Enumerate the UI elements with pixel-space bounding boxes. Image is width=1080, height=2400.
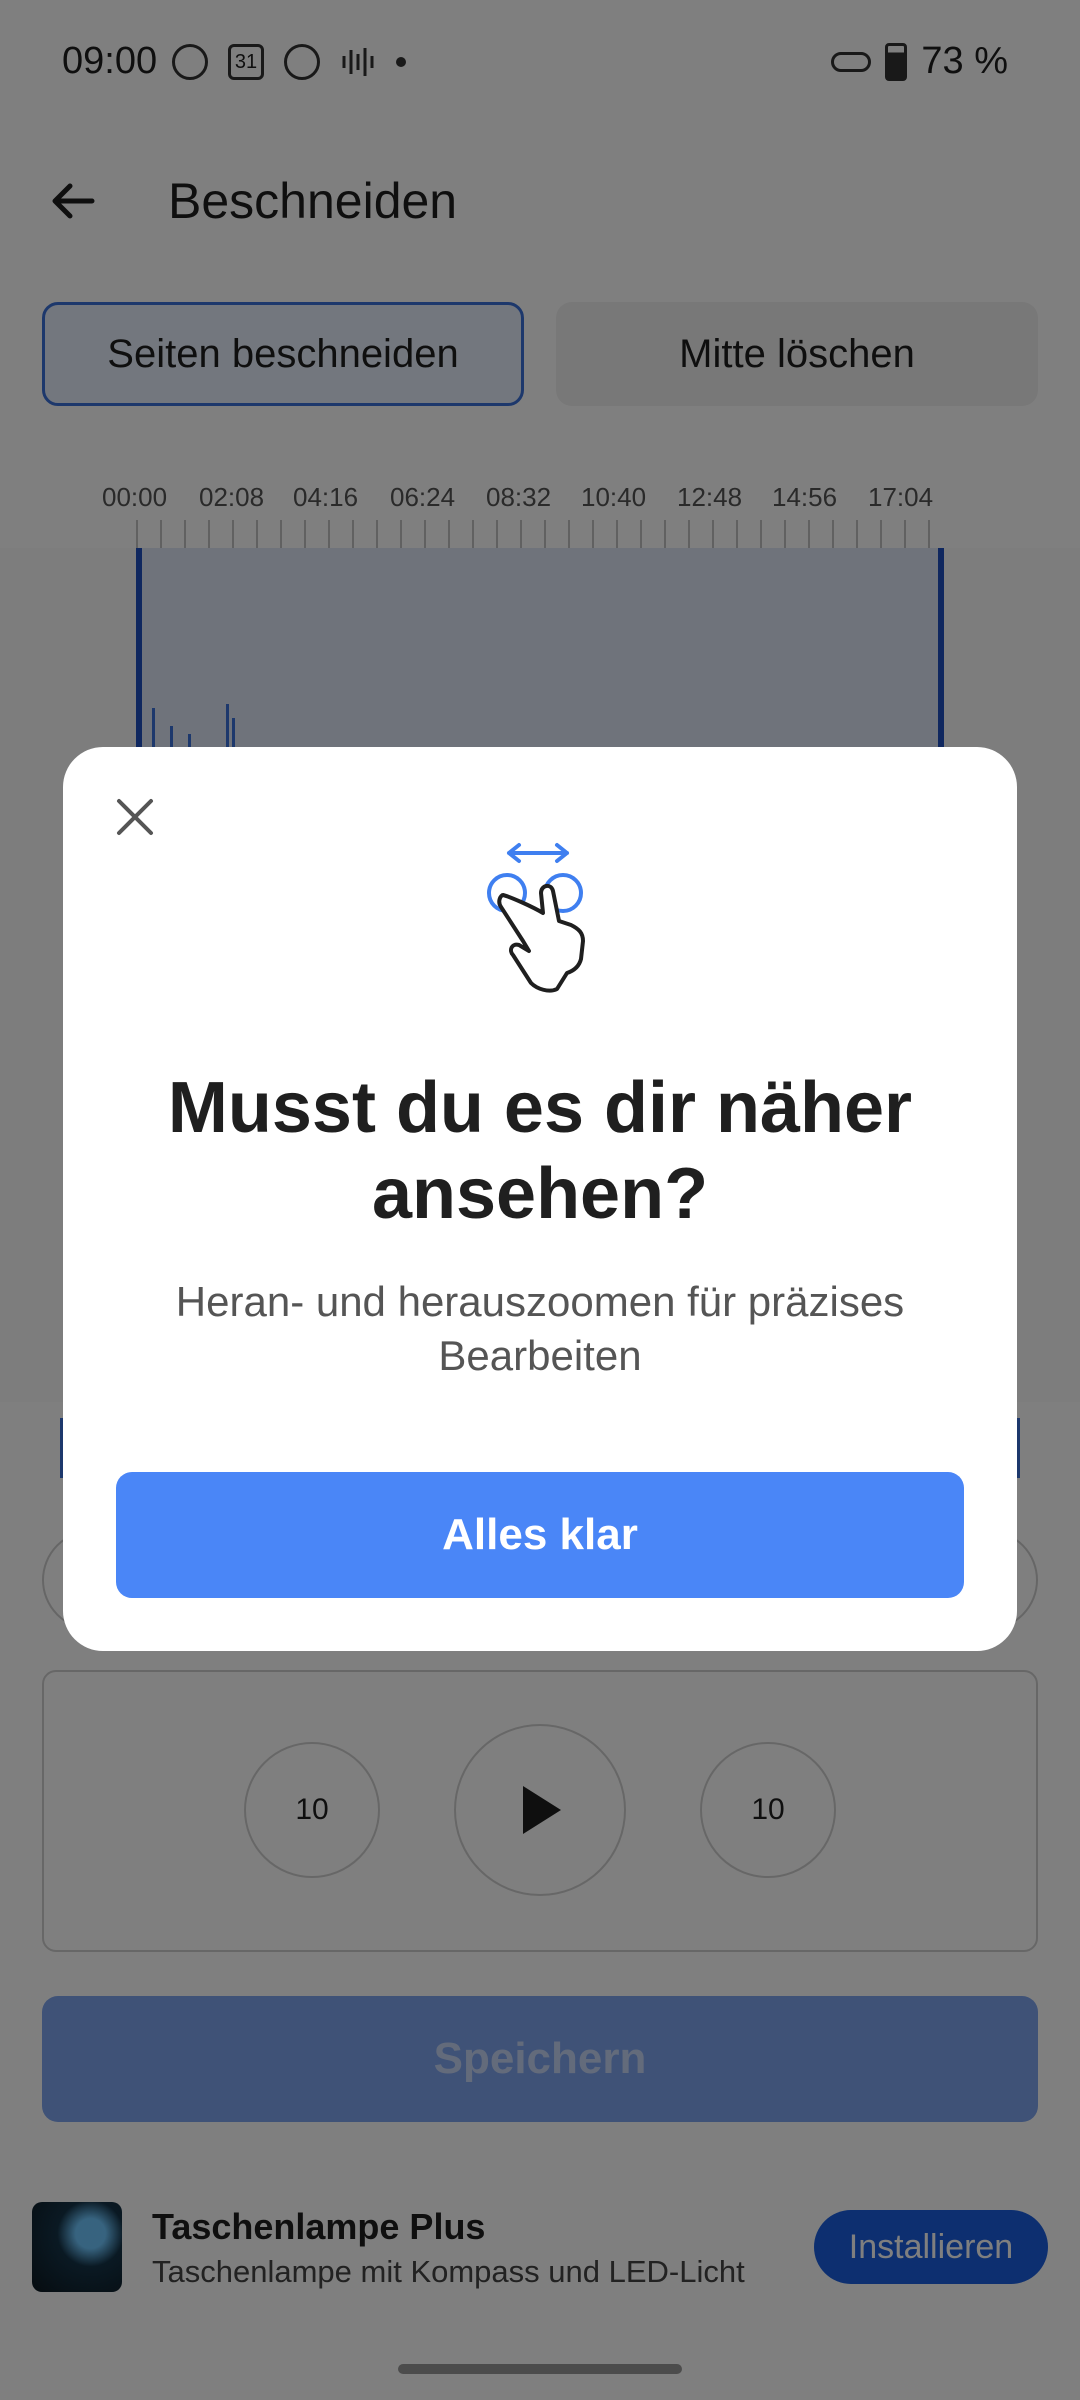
dialog-title: Musst du es dir näher ansehen? <box>167 1068 913 1234</box>
confirm-button[interactable]: Alles klar <box>116 1472 964 1598</box>
pinch-zoom-hand-icon <box>487 843 585 993</box>
zoom-tip-dialog: Musst du es dir näher ansehen? Heran- un… <box>63 747 1017 1651</box>
dialog-subtitle: Heran- und herauszoomen für präzises Bea… <box>175 1278 905 1379</box>
close-icon[interactable] <box>113 795 157 839</box>
